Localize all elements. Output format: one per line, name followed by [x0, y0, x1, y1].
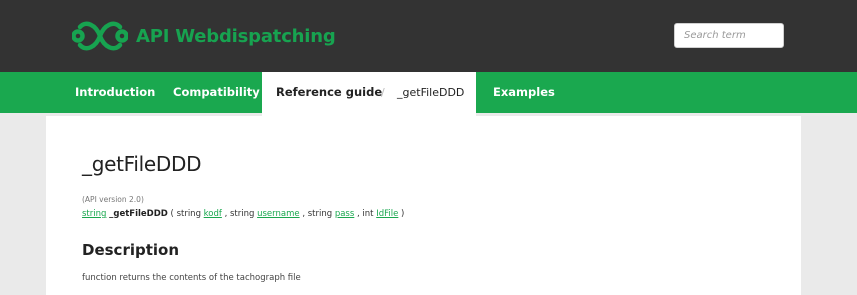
- page-title: _getFileDDD: [82, 152, 202, 176]
- content-panel: [46, 116, 801, 295]
- return-type-link[interactable]: string: [82, 209, 106, 219]
- param-username-link[interactable]: username: [257, 209, 300, 219]
- site-logo[interactable]: API Webdispatching: [72, 21, 336, 51]
- sig-mid3: , int: [357, 209, 374, 219]
- sig-mid1: , string: [224, 209, 255, 219]
- param-idfile-link[interactable]: IdFile: [376, 209, 398, 219]
- function-signature: string _getFileDDD ( string kodf , strin…: [82, 209, 404, 219]
- sig-open: ( string: [170, 209, 201, 219]
- logo-text: API Webdispatching: [136, 25, 336, 47]
- nav-reference-guide[interactable]: Reference guide: [276, 72, 382, 113]
- logo-icon: [72, 21, 128, 51]
- param-pass-link[interactable]: pass: [335, 209, 354, 219]
- sig-mid2: , string: [302, 209, 333, 219]
- breadcrumb-current[interactable]: _getFileDDD: [397, 72, 464, 113]
- function-name: _getFileDDD: [109, 209, 168, 219]
- search-input[interactable]: [674, 23, 784, 48]
- param-kodf-link[interactable]: kodf: [204, 209, 222, 219]
- api-version: (API version 2.0): [82, 195, 144, 204]
- top-header: API Webdispatching: [0, 0, 857, 72]
- description-heading: Description: [82, 241, 180, 259]
- nav-compatibility[interactable]: Compatibility: [173, 72, 260, 113]
- description-text: function returns the contents of the tac…: [82, 273, 301, 283]
- nav-introduction[interactable]: Introduction: [75, 72, 155, 113]
- sig-close: ): [401, 209, 405, 219]
- nav-examples[interactable]: Examples: [493, 72, 555, 113]
- nav-reference-guide-active: Reference guide / _getFileDDD: [262, 72, 476, 116]
- breadcrumb-separator: /: [381, 86, 385, 99]
